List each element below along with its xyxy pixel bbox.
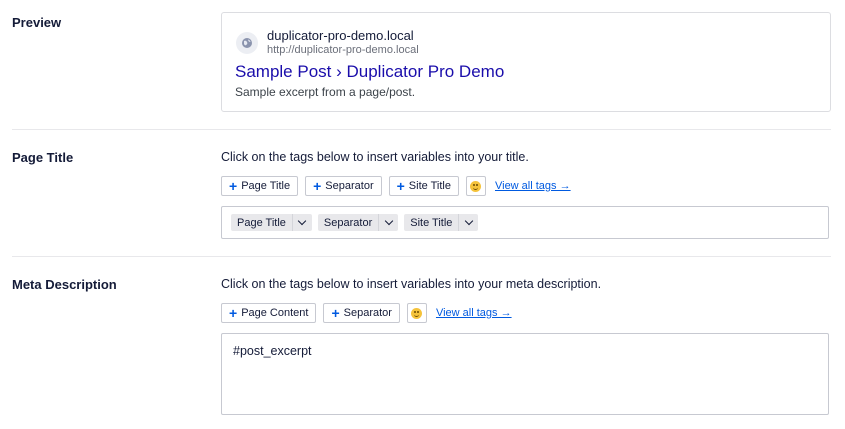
preview-site-url: http://duplicator-pro-demo.local [267,44,419,56]
plus-icon: + [229,178,238,194]
preview-excerpt: Sample excerpt from a page/post. [235,85,416,99]
preview-site-name: duplicator-pro-demo.local [267,28,414,43]
add-page-content-tag-button[interactable]: + Page Content [221,303,317,323]
page-title-label: Page Title [12,150,74,165]
chevron-down-icon[interactable] [378,214,398,231]
plus-icon: + [331,305,340,321]
chevron-down-icon[interactable] [291,214,312,231]
view-all-tags-link[interactable]: View all tags → [436,307,512,319]
add-separator-tag-button[interactable]: + Separator [323,303,400,323]
add-site-title-tag-button[interactable]: + Site Title [388,176,459,196]
globe-icon [236,32,258,54]
plus-icon: + [396,178,405,194]
plus-icon: + [313,178,322,194]
emoji-picker-button[interactable] [465,176,486,196]
divider [12,129,831,130]
search-preview-card: duplicator-pro-demo.local http://duplica… [221,12,831,112]
meta-description-value: #post_excerpt [233,344,312,358]
add-separator-tag-button[interactable]: + Separator [305,176,382,196]
plus-icon: + [229,305,238,321]
preview-label: Preview [12,15,62,30]
emoji-picker-button[interactable] [406,303,427,323]
meta-description-tag-bar: + Page Content + Separator View all tags… [221,303,512,323]
page-title-editor[interactable]: Page Title Separator Site Title [221,206,829,239]
smiley-icon [470,180,482,192]
chevron-down-icon[interactable] [458,214,478,231]
tag-chip-page-title[interactable]: Page Title [231,214,312,231]
meta-description-instruction: Click on the tags below to insert variab… [221,277,602,291]
page-title-tag-bar: + Page Title + Separator + Site Title Vi… [221,176,571,196]
smiley-icon [411,307,423,319]
view-all-tags-link[interactable]: View all tags → [495,180,571,192]
preview-title: Sample Post › Duplicator Pro Demo [235,62,505,81]
tag-chip-separator[interactable]: Separator [317,214,399,231]
divider [12,256,831,257]
tag-chip-site-title[interactable]: Site Title [404,214,479,231]
page-title-instruction: Click on the tags below to insert variab… [221,150,529,164]
meta-description-label: Meta Description [12,277,117,292]
meta-description-editor[interactable]: #post_excerpt [221,333,829,415]
add-page-title-tag-button[interactable]: + Page Title [221,176,299,196]
